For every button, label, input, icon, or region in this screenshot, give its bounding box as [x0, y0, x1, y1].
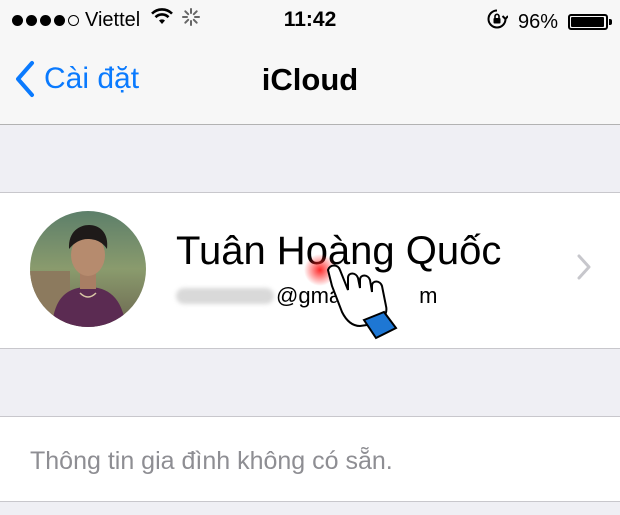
- family-info-text: Thông tin gia đình không có sẵn.: [30, 447, 393, 475]
- status-bar: Viettel 11:42 96%: [0, 0, 620, 40]
- battery-icon: [568, 14, 612, 30]
- rotation-lock-icon: [486, 8, 509, 36]
- battery-percent: 96%: [517, 10, 558, 33]
- status-right: 96%: [486, 8, 612, 36]
- battery-level-fill: [571, 17, 604, 27]
- family-info-row: Thông tin gia đình không có sẵn.: [0, 416, 620, 502]
- chevron-right-icon: [577, 254, 591, 280]
- page-title: iCloud: [261, 62, 359, 97]
- tap-hand-icon: [300, 248, 420, 345]
- avatar: [30, 211, 146, 327]
- email-suffix: m: [419, 283, 438, 308]
- email-redacted: [176, 288, 274, 304]
- navigation-bar: Cài đặt iCloud: [0, 40, 620, 125]
